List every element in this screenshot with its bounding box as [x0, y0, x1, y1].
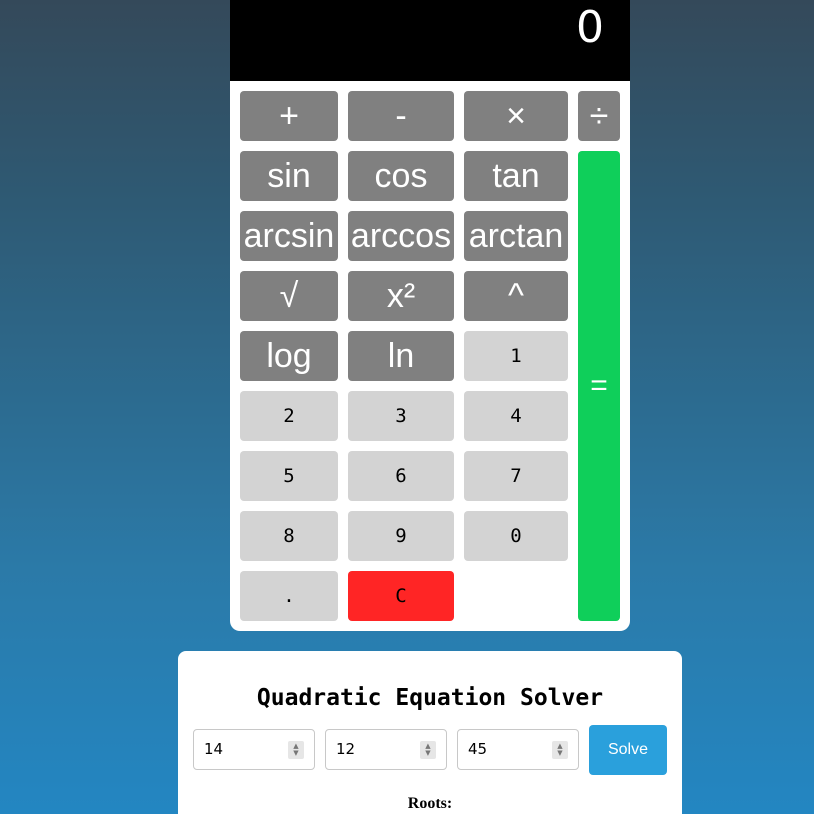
coefficient-a-spinner[interactable]: ▲ ▼ [288, 741, 304, 759]
digit-5-button[interactable]: 5 [240, 451, 338, 501]
divide-button[interactable]: ÷ [578, 91, 620, 141]
equals-button[interactable]: = [578, 151, 620, 621]
coefficient-b-input[interactable] [336, 730, 416, 768]
digit-0-button[interactable]: 0 [464, 511, 568, 561]
minus-button[interactable]: - [348, 91, 454, 141]
solver-title: Quadratic Equation Solver [256, 685, 604, 711]
coefficient-c-input[interactable] [468, 730, 548, 768]
quadratic-solver-panel: Quadratic Equation Solver ▲ ▼ ▲ ▼ ▲ ▼ So… [178, 651, 682, 814]
log-button[interactable]: log [240, 331, 338, 381]
arccos-button[interactable]: arccos [348, 211, 454, 261]
digit-3-button[interactable]: 3 [348, 391, 454, 441]
plus-button[interactable]: + [240, 91, 338, 141]
coefficient-c-spinner[interactable]: ▲ ▼ [552, 741, 568, 759]
digit-1-button[interactable]: 1 [464, 331, 568, 381]
calculator-display: 0 [230, 0, 630, 81]
digit-8-button[interactable]: 8 [240, 511, 338, 561]
arctan-button[interactable]: arctan [464, 211, 568, 261]
digit-6-button[interactable]: 6 [348, 451, 454, 501]
solve-button[interactable]: Solve [589, 725, 667, 775]
tan-button[interactable]: tan [464, 151, 568, 201]
roots-label: Roots: [407, 795, 453, 812]
coefficient-a-field[interactable]: ▲ ▼ [193, 729, 315, 770]
coefficient-b-field[interactable]: ▲ ▼ [325, 729, 447, 770]
digit-7-button[interactable]: 7 [464, 451, 568, 501]
spinner-down-icon[interactable]: ▼ [425, 750, 430, 757]
decimal-point-button[interactable]: . [240, 571, 338, 621]
cos-button[interactable]: cos [348, 151, 454, 201]
coefficient-b-spinner[interactable]: ▲ ▼ [420, 741, 436, 759]
sin-button[interactable]: sin [240, 151, 338, 201]
spinner-down-icon[interactable]: ▼ [557, 750, 562, 757]
coefficient-a-input[interactable] [204, 730, 284, 768]
arcsin-button[interactable]: arcsin [240, 211, 338, 261]
multiply-button[interactable]: × [464, 91, 568, 141]
power-button[interactable]: ^ [464, 271, 568, 321]
ln-button[interactable]: ln [348, 331, 454, 381]
digit-2-button[interactable]: 2 [240, 391, 338, 441]
calculator-panel: 0 + - × ÷ sin cos tan arcsin arccos arct… [230, 0, 630, 631]
digit-4-button[interactable]: 4 [464, 391, 568, 441]
sqrt-button[interactable]: √ [240, 271, 338, 321]
digit-9-button[interactable]: 9 [348, 511, 454, 561]
square-button[interactable]: x² [348, 271, 454, 321]
clear-button[interactable]: C [348, 571, 454, 621]
spinner-down-icon[interactable]: ▼ [293, 750, 298, 757]
coefficient-c-field[interactable]: ▲ ▼ [457, 729, 579, 770]
